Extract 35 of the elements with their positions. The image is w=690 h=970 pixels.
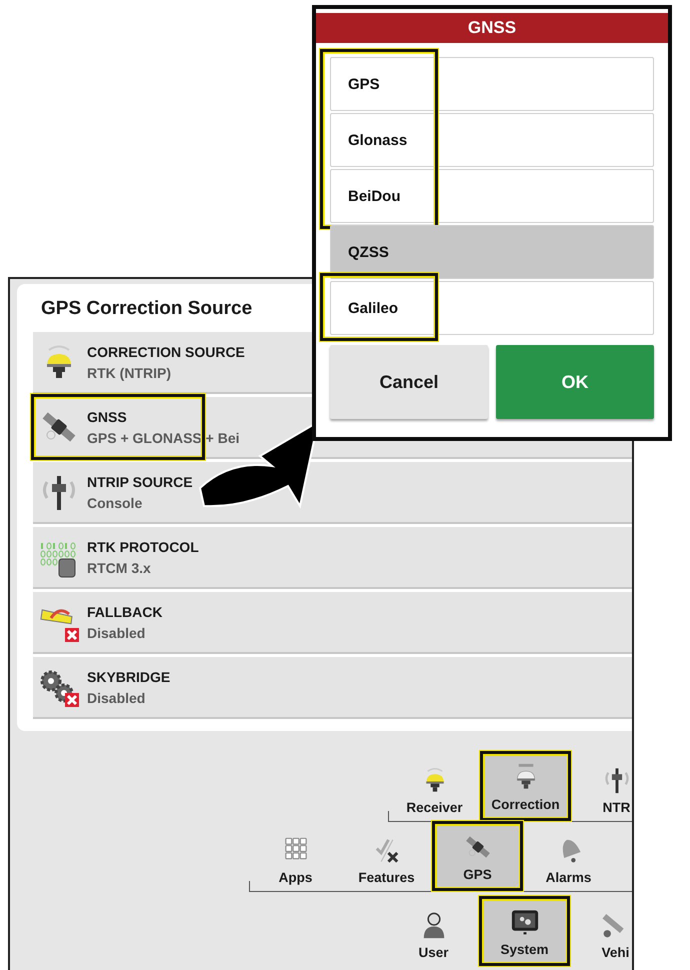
setting-label: NTRIP SOURCE	[87, 474, 193, 490]
setting-row[interactable]: SKYBRIDGE Disabled	[33, 657, 632, 719]
setting-value: GPS + GLONASS + Bei	[87, 430, 240, 446]
dialog-title: GNSS	[316, 13, 668, 43]
option-item[interactable]: Galileo	[330, 281, 654, 335]
menu-tile[interactable]: Apps	[250, 821, 341, 891]
setting-row[interactable]: FALLBACK Disabled	[33, 592, 632, 654]
setting-value: Disabled	[87, 624, 146, 640]
menu-tile[interactable]: System	[479, 896, 570, 966]
setting-row[interactable]: RTK PROTOCOL RTCM 3.x	[33, 527, 632, 589]
menu-tile[interactable]: Features	[341, 821, 432, 891]
option-item[interactable]: GPS	[330, 57, 654, 111]
ok-button[interactable]: OK	[496, 345, 654, 419]
menu-tile[interactable]: Vehi	[570, 896, 632, 966]
setting-label: FALLBACK	[87, 604, 162, 620]
setting-value: Disabled	[87, 690, 146, 706]
menu-tile[interactable]: Alarms	[523, 821, 614, 891]
setting-value: RTCM 3.x	[87, 560, 152, 576]
setting-label: GNSS	[87, 408, 128, 424]
cancel-button[interactable]: Cancel	[330, 345, 488, 419]
setting-label: SKYBRIDGE	[87, 668, 170, 684]
option-item[interactable]: QZSS	[330, 225, 654, 279]
menu-tile[interactable]: Receiver	[389, 751, 480, 821]
setting-row[interactable]: NTRIP SOURCE Console	[33, 462, 632, 524]
option-item[interactable]: Glonass	[330, 113, 654, 167]
page-title: GPS Correction Source	[41, 298, 252, 320]
setting-label: CORRECTION SOURCE	[87, 344, 245, 360]
menu-tile[interactable]: GPS	[432, 821, 523, 891]
setting-label: RTK PROTOCOL	[87, 538, 199, 554]
option-item[interactable]: BeiDou	[330, 169, 654, 223]
setting-value: RTK (NTRIP)	[87, 364, 172, 380]
setting-value: Console	[87, 494, 144, 510]
menu-tile[interactable]: NTR	[571, 751, 632, 821]
menu-tile[interactable]: Correction	[480, 751, 571, 821]
menu-tile[interactable]: User	[388, 896, 479, 966]
